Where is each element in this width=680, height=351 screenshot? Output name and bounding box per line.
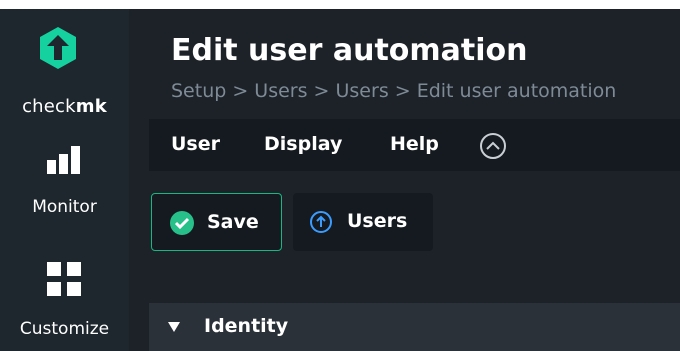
identity-section-header[interactable]: Identity: [149, 303, 680, 351]
checkmk-logo-icon[interactable]: [38, 26, 78, 70]
check-circle-icon: [170, 211, 194, 235]
top-edge: [0, 0, 680, 9]
section-title: Identity: [204, 315, 289, 337]
logo-text-mk: mk: [75, 96, 107, 117]
save-button-label: Save: [207, 211, 259, 233]
menu-item-display[interactable]: Display: [264, 133, 342, 155]
chevron-up-icon[interactable]: [479, 132, 507, 160]
logo-text: checkmk: [0, 96, 129, 117]
page-title: Edit user automation: [171, 33, 528, 68]
arrow-up-circle-icon: [310, 211, 332, 233]
grid-icon[interactable]: [45, 260, 83, 302]
sidebar-item-monitor[interactable]: Monitor: [0, 197, 129, 217]
main-content: Edit user automation Setup > Users > Use…: [129, 9, 680, 351]
bar-chart-icon[interactable]: [45, 144, 83, 178]
sidebar-item-customize[interactable]: Customize: [0, 319, 129, 339]
app-window: checkmk Monitor Customize Edit user auto…: [0, 0, 680, 351]
users-button-label: Users: [347, 210, 408, 232]
breadcrumb[interactable]: Setup > Users > Users > Edit user automa…: [171, 80, 679, 102]
logo-text-check: check: [22, 96, 76, 117]
users-button[interactable]: Users: [293, 193, 433, 251]
menu-item-help[interactable]: Help: [390, 133, 439, 155]
save-button[interactable]: Save: [151, 193, 282, 251]
sidebar: checkmk Monitor Customize: [0, 9, 129, 351]
menu-bar: User Display Help: [149, 119, 680, 171]
caret-down-icon: [168, 322, 180, 332]
menu-item-user[interactable]: User: [171, 133, 220, 155]
